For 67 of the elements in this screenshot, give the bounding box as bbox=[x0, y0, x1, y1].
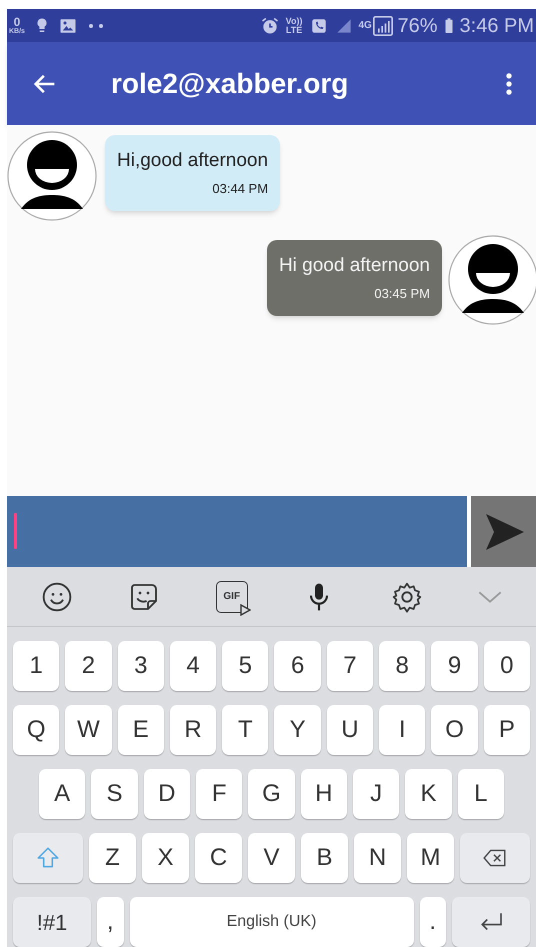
keyboard-key[interactable]: J bbox=[352, 769, 400, 819]
keyboard-key[interactable]: R bbox=[170, 705, 216, 755]
keyboard-key[interactable]: D bbox=[144, 769, 190, 819]
keyboard-key[interactable]: 6 bbox=[274, 641, 321, 691]
volte-indicator: Vo)) LTE bbox=[286, 16, 302, 34]
keyboard-key[interactable]: . bbox=[420, 897, 446, 947]
settings-icon bbox=[390, 580, 423, 612]
keyboard-key[interactable]: P bbox=[484, 705, 530, 755]
phone-icon bbox=[310, 16, 328, 34]
keyboard-key[interactable]: K bbox=[405, 769, 452, 819]
space-key[interactable]: English (UK) bbox=[130, 897, 414, 947]
keyboard-key[interactable]: 7 bbox=[326, 641, 374, 691]
keyboard-key[interactable]: E bbox=[118, 705, 164, 755]
more-options-icon bbox=[506, 72, 512, 94]
keyboard-key[interactable]: 2 bbox=[65, 641, 112, 691]
keyboard-key[interactable]: U bbox=[326, 705, 374, 755]
keyboard-key[interactable]: N bbox=[354, 833, 401, 883]
keyboard-key[interactable]: A bbox=[39, 769, 86, 819]
keyboard-key[interactable]: B bbox=[301, 833, 348, 883]
keyboard-key[interactable]: F bbox=[196, 769, 242, 819]
keyboard-key[interactable]: L bbox=[458, 769, 504, 819]
keyboard-key[interactable]: G bbox=[248, 769, 295, 819]
keyboard-key[interactable]: 3 bbox=[118, 641, 164, 691]
emoji-button[interactable] bbox=[40, 580, 73, 612]
keyboard-key[interactable]: , bbox=[97, 897, 124, 947]
keyboard-key[interactable]: 0 bbox=[484, 641, 530, 691]
keyboard-key[interactable]: 5 bbox=[222, 641, 268, 691]
keyboard-key[interactable]: 4 bbox=[170, 641, 216, 691]
keyboard-key[interactable]: C bbox=[195, 833, 242, 883]
keyboard-key[interactable]: 8 bbox=[379, 641, 426, 691]
alarm-icon bbox=[260, 16, 280, 36]
keyboard-key[interactable]: S bbox=[91, 769, 138, 819]
keyboard-key[interactable]: X bbox=[142, 833, 189, 883]
send-button[interactable] bbox=[471, 496, 536, 567]
keyboard-key[interactable]: W bbox=[65, 705, 112, 755]
keyboard-key[interactable]: T bbox=[222, 705, 268, 755]
symbols-key[interactable]: !#1 bbox=[13, 897, 91, 947]
keyboard-key[interactable]: Y bbox=[274, 705, 321, 755]
message-time: 03:44 PM bbox=[212, 180, 268, 198]
text-cursor bbox=[14, 513, 17, 549]
keyboard-key[interactable]: 9 bbox=[431, 641, 478, 691]
keyboard-key[interactable]: M bbox=[407, 833, 454, 883]
message-text: Hi good afternoon bbox=[278, 254, 430, 278]
network-type: 4G bbox=[358, 20, 370, 30]
keyboard-key[interactable]: O bbox=[431, 705, 478, 755]
keyboard-key[interactable]: Z bbox=[89, 833, 136, 883]
chat-title: role2@xabber.org bbox=[111, 66, 350, 101]
message-input[interactable] bbox=[7, 496, 467, 567]
chevron-down-icon bbox=[478, 590, 502, 602]
backspace-key[interactable] bbox=[460, 833, 530, 883]
keyboard-key[interactable]: I bbox=[379, 705, 426, 755]
keyboard-key[interactable]: H bbox=[300, 769, 347, 819]
status-time: 3:46 PM bbox=[460, 14, 534, 38]
message-text: Hi,good afternoon bbox=[117, 149, 268, 173]
more-options-button[interactable] bbox=[506, 72, 512, 94]
image-icon bbox=[58, 16, 77, 34]
message-time: 03:45 PM bbox=[374, 285, 430, 303]
signal-icon bbox=[336, 18, 352, 34]
keyboard-key[interactable]: V bbox=[248, 833, 295, 883]
keyboard-key[interactable]: Q bbox=[13, 705, 60, 755]
keyboard-key[interactable]: 1 bbox=[13, 641, 60, 691]
battery-percent: 76% bbox=[397, 14, 438, 38]
more-dots-icon bbox=[88, 24, 103, 28]
play-icon bbox=[240, 604, 251, 616]
settings-button[interactable] bbox=[390, 580, 423, 612]
smiley-icon bbox=[40, 580, 73, 612]
signal-bars-icon bbox=[373, 16, 394, 36]
